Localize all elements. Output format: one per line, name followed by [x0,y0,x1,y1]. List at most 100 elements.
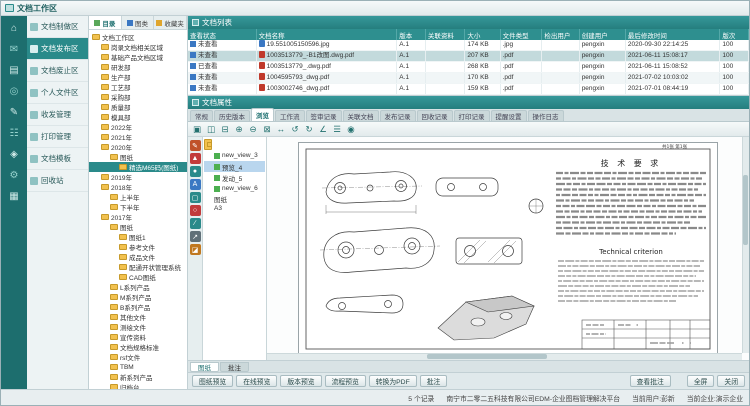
properties-tab[interactable]: 操作日志 [528,110,564,121]
properties-tab[interactable]: 关联文档 [343,110,379,121]
fullscreen-button[interactable]: 全屏 [687,375,715,387]
edit-icon[interactable]: ✎ [6,104,23,120]
tree-node[interactable]: L系列产品 [89,282,187,292]
1003513779_-B1改图.dwg.pdf[interactable]: 未查看 1003513779_-B1改图.dwg.pdf A.1 207 KB … [188,51,749,62]
tree-tab[interactable]: 目录 [89,16,122,29]
workspace-icon[interactable]: ⌂ [6,20,23,36]
preview-tree-node[interactable]: 预览_4 [204,161,265,172]
close-button[interactable]: 关闭 [717,375,745,387]
rotate-left-icon[interactable]: ↺ [289,123,301,135]
zoom-in-icon[interactable]: ⊕ [233,123,245,135]
view-annotation-button[interactable]: 查看批注 [630,375,671,387]
preview-tree-node[interactable]: 图纸 [204,139,212,150]
preview-tab[interactable]: 批注 [220,362,249,372]
tree-node[interactable]: 2017年 [89,212,187,222]
tree-node[interactable]: 上半年 [89,192,187,202]
1003513779_.dwg.pdf[interactable]: 已查看 1003513779_.dwg.pdf A.1 268 KB .pdf … [188,62,749,73]
nav-item[interactable]: 文档发布区 [27,38,88,60]
preview-action-button[interactable]: 流程预览 [325,375,366,387]
column-header[interactable]: 查看状态 [188,29,256,40]
print-icon[interactable]: ⊟ [219,123,231,135]
1004595793_dwg.pdf[interactable]: 未查看 1004595793_dwg.pdf A.1 170 KB .pdf p… [188,73,749,84]
text-note-icon[interactable]: A [190,179,201,190]
preview-tree-node[interactable]: A3 [204,205,265,216]
tree-tab[interactable]: 图类 [122,16,155,29]
measure-icon[interactable]: ∠ [317,123,329,135]
tree-node[interactable]: 研发部 [89,62,187,72]
preview-action-button[interactable]: 转换为PDF [369,375,417,387]
tree-node[interactable]: 下半年 [89,202,187,212]
search-icon[interactable]: ◎ [6,83,23,99]
properties-tab[interactable]: 工作流 [275,110,305,121]
stamp-icon[interactable]: ● [190,166,201,177]
tree-node[interactable]: 2021年 [89,132,187,142]
zoom-fit-icon[interactable]: ⊠ [261,123,273,135]
tree-node[interactable]: 图纸 [89,222,187,232]
vertical-scrollbar[interactable] [742,137,749,353]
tree-node[interactable]: 测绘文件 [89,322,187,332]
tree-tab[interactable]: 收藏夹 [154,16,187,29]
fit-width-icon[interactable]: ↔ [275,123,287,135]
horizontal-scrollbar-thumb[interactable] [427,354,547,359]
tree-node[interactable]: 归档台 [89,382,187,389]
tree-node[interactable]: CAD图纸 [89,272,187,282]
nav-item[interactable]: 打印管理 [27,126,88,148]
tree-node[interactable]: 生产部 [89,72,187,82]
properties-tab[interactable]: 发布记录 [380,110,416,121]
tree-node[interactable]: 文档工作区 [89,32,187,42]
properties-tab[interactable]: 提醒设置 [491,110,527,121]
tree-node[interactable]: B系列产品 [89,302,187,312]
properties-tab[interactable]: 历史版本 [214,110,250,121]
rect-markup-icon[interactable]: ▢ [190,192,201,203]
properties-tab[interactable]: 浏览 [251,108,274,121]
vertical-scrollbar-thumb[interactable] [743,175,748,245]
horizontal-scrollbar[interactable] [267,353,742,360]
tree-node[interactable]: 模具部 [89,112,187,122]
permissions-icon[interactable]: ◈ [6,146,23,162]
settings-icon[interactable]: ⚙ [6,167,23,183]
column-header[interactable]: 大小 [465,29,500,40]
tree-node[interactable]: 配通开状管理系统 [89,262,187,272]
layers-icon[interactable]: ☰ [331,123,343,135]
tree-node[interactable]: 基础产品文档区域 [89,52,187,62]
tree-node[interactable]: 2020年 [89,142,187,152]
preview-tree-node[interactable]: 发动_5 [204,172,265,183]
nav-item[interactable]: 文档废止区 [27,60,88,82]
tree-node[interactable]: 新系列产品 [89,372,187,382]
properties-tab[interactable]: 回收记录 [417,110,453,121]
zoom-out-icon[interactable]: ⊖ [247,123,259,135]
arrow-markup-icon[interactable]: ↗ [190,231,201,242]
preview-tree-node[interactable]: new_view_6 [204,183,265,194]
annotate-pen-icon[interactable]: ✎ [190,140,201,151]
properties-tab[interactable]: 签审记录 [306,110,342,121]
tree-node[interactable]: 成品文件 [89,252,187,262]
preview-tab[interactable]: 图纸 [190,362,219,372]
highlight-icon[interactable]: ▲ [190,153,201,164]
tree-node[interactable]: 2018年 [89,182,187,192]
tree-node[interactable]: rsf文件 [89,352,187,362]
column-header[interactable]: 版次 [720,29,749,40]
tree-node[interactable]: 采购部 [89,92,187,102]
nav-item[interactable]: 文档模板 [27,148,88,170]
nav-item[interactable]: 文档制做区 [27,16,88,38]
tree-node[interactable]: 精选M65码(图纸) [89,162,187,172]
nav-item[interactable]: 个人文件区 [27,82,88,104]
preview-action-button[interactable]: 在线预览 [236,375,277,387]
column-header[interactable]: 创建用户 [579,29,625,40]
tree-node[interactable]: 质量部 [89,102,187,112]
reports-icon[interactable]: ▤ [6,62,23,78]
properties-tab[interactable]: 打印记录 [454,110,490,121]
tree-node[interactable]: 文档规格标准 [89,342,187,352]
1003002746_dwg.pdf[interactable]: 未查看 1003002746_dwg.pdf A.1 159 KB .pdf p… [188,84,749,95]
nav-item[interactable]: 回收站 [27,170,88,192]
save-icon[interactable]: ◫ [205,123,217,135]
messages-icon[interactable]: ✉ [6,41,23,57]
modules-icon[interactable]: ▦ [6,188,23,204]
preview-tree-node[interactable]: 图纸 [204,194,265,205]
tree-node[interactable]: TBM [89,362,187,372]
column-header[interactable]: 最后修改时间 [625,29,720,40]
line-markup-icon[interactable]: ∕ [190,218,201,229]
tree-node[interactable]: 2019年 [89,172,187,182]
tree-node[interactable]: 宣传资料 [89,332,187,342]
column-header[interactable]: 文档名称 [256,29,397,40]
